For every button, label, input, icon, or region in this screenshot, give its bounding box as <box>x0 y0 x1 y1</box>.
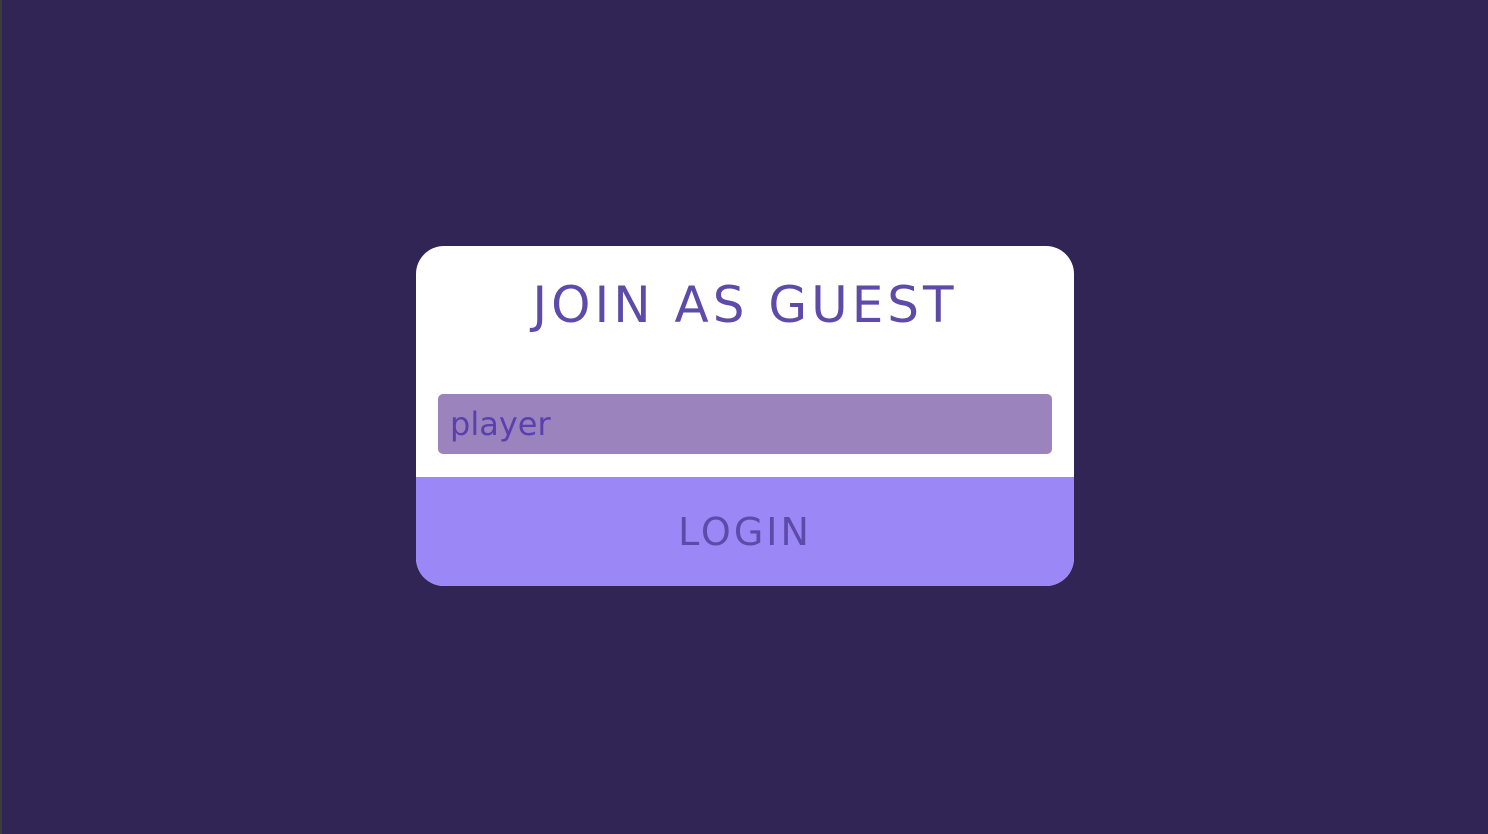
player-name-input[interactable] <box>438 394 1052 454</box>
window-edge <box>0 0 2 834</box>
card-title: JOIN AS GUEST <box>532 276 958 334</box>
login-button[interactable]: LOGIN <box>416 477 1074 586</box>
guest-login-card: JOIN AS GUEST LOGIN <box>416 246 1074 586</box>
